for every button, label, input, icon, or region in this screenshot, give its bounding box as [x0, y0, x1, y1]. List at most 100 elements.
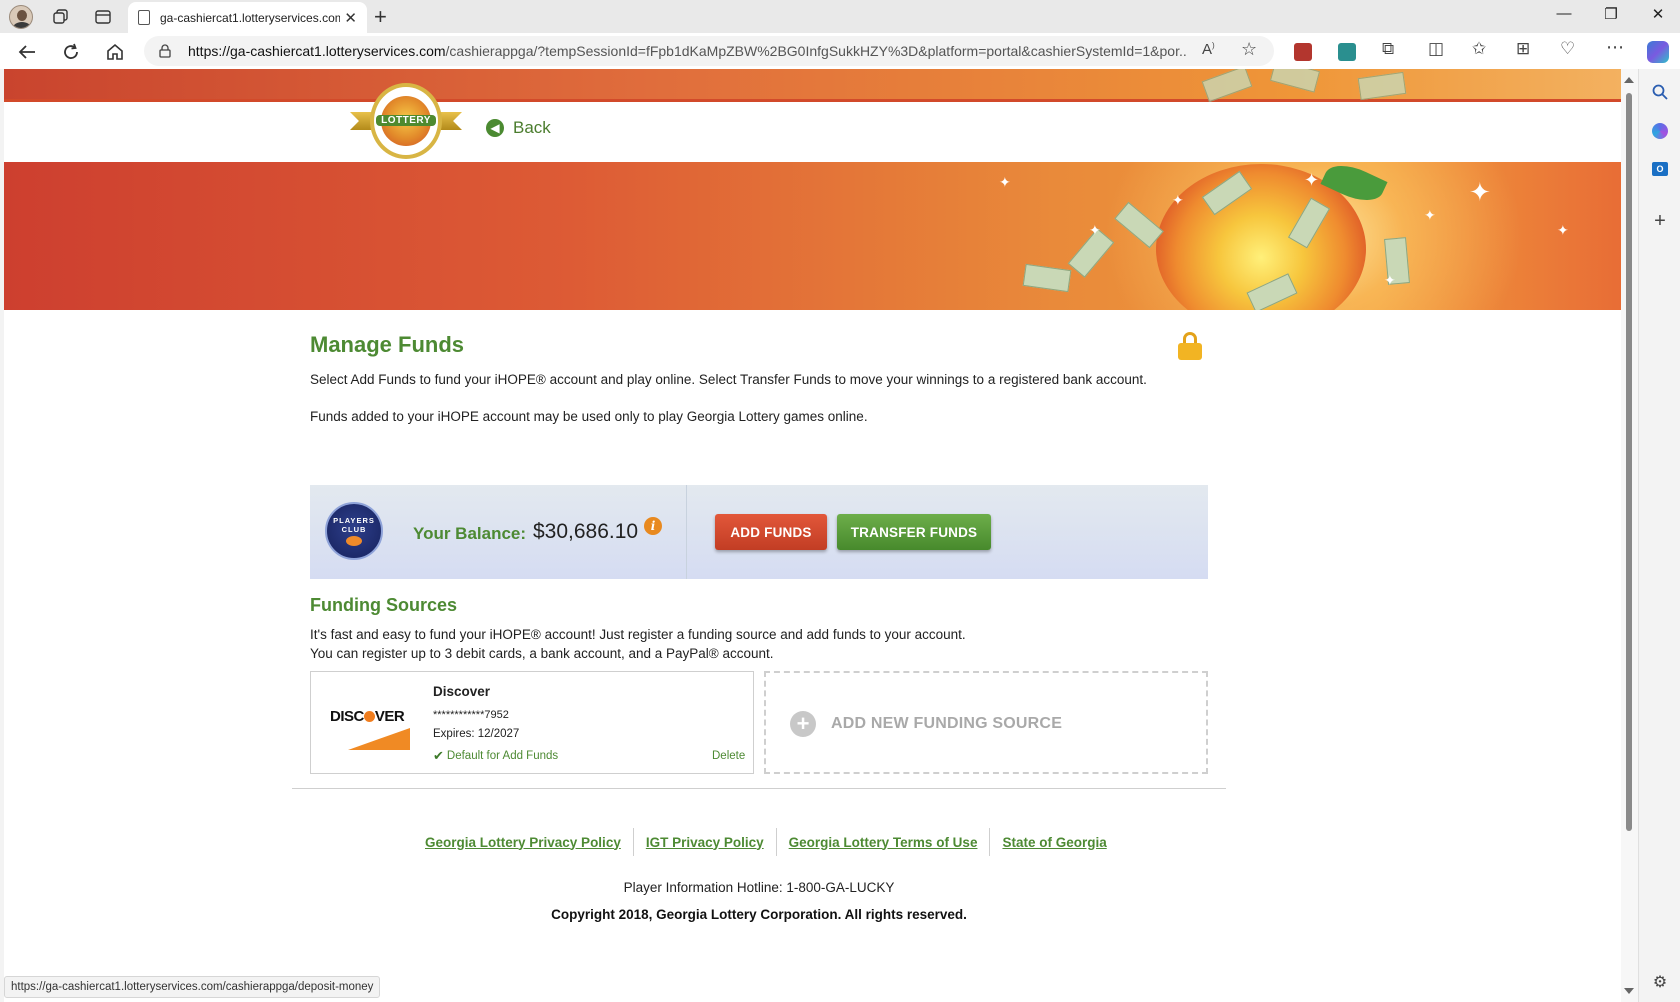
sidebar-settings-icon[interactable]: ⚙	[1650, 972, 1670, 992]
funding-desc-1: It's fast and easy to fund your iHOPE® a…	[310, 627, 966, 642]
logo-wordmark: LOTTERY	[376, 115, 436, 126]
close-tab-icon[interactable]: ✕	[344, 9, 357, 27]
add-funding-source-label: ADD NEW FUNDING SOURCE	[831, 715, 1063, 732]
workspaces-icon[interactable]	[50, 6, 72, 28]
back-label: Back	[513, 118, 551, 137]
intro-text-2: Funds added to your iHOPE account may be…	[310, 409, 868, 424]
profile-avatar[interactable]	[9, 5, 33, 29]
balance-value: $30,686.10	[533, 520, 639, 543]
sparkle-decoration: ✦	[1384, 272, 1396, 288]
players-club-badge: PLAYERS CLUB	[325, 502, 383, 560]
checkmark-icon: ✔	[433, 748, 444, 763]
footer-link-state[interactable]: State of Georgia	[990, 828, 1118, 856]
money-bill-decoration	[1022, 263, 1072, 293]
players-club-line1: PLAYERS	[333, 516, 375, 525]
address-bar[interactable]: https://ga-cashiercat1.lotteryservices.c…	[144, 36, 1274, 66]
url-path: /cashierappga/?tempSessionId=fFpb1dKaMpZ…	[445, 43, 1188, 59]
transfer-funds-button[interactable]: TRANSFER FUNDS	[837, 514, 991, 550]
vertical-tabs-icon[interactable]	[92, 6, 114, 28]
card-expiration: Expires: 12/2027	[433, 728, 520, 740]
add-funds-button[interactable]: ADD FUNDS	[715, 514, 827, 550]
split-screen-icon[interactable]: ◫	[1428, 39, 1444, 59]
delete-card-link[interactable]: Delete	[712, 750, 745, 762]
scroll-thumb[interactable]	[1626, 93, 1632, 831]
footer-link-ga-privacy[interactable]: Georgia Lottery Privacy Policy	[413, 828, 634, 856]
back-arrow-circle-icon: ◀	[486, 119, 504, 137]
header-top-strip	[4, 69, 1621, 103]
sparkle-decoration: ✦	[1469, 177, 1491, 207]
home-icon[interactable]	[102, 39, 128, 65]
funding-source-card[interactable]: DISC VER Discover ************7952 Expire…	[310, 671, 754, 774]
edge-sidebar: O + ⚙	[1638, 69, 1680, 1002]
scroll-down-arrow-icon[interactable]	[1624, 988, 1634, 994]
money-bill-decoration	[1201, 69, 1253, 103]
lock-icon[interactable]	[158, 44, 172, 58]
hero-banner: ✦ ✦ ✦ ✦ ✦ ✦ ✦ ✦	[4, 162, 1621, 310]
link-status-bar: https://ga-cashiercat1.lotteryservices.c…	[4, 976, 381, 998]
site-header	[4, 102, 1621, 162]
performance-heart-icon[interactable]: ♡	[1560, 39, 1575, 59]
refresh-icon[interactable]	[58, 39, 84, 65]
sparkle-decoration: ✦	[1172, 192, 1184, 208]
collections-icon[interactable]: ⊞	[1516, 39, 1530, 59]
money-bill-decoration	[1357, 71, 1407, 101]
sparkle-decoration: ✦	[1557, 222, 1569, 238]
browser-tab-bar: ga-cashiercat1.lotteryservices.com ✕ + —…	[0, 0, 1680, 33]
funding-desc-2: You can register up to 3 debit cards, a …	[310, 646, 774, 661]
footer-link-igt-privacy[interactable]: IGT Privacy Policy	[634, 828, 777, 856]
back-arrow-icon[interactable]	[14, 39, 40, 65]
secure-lock-icon	[1178, 332, 1202, 360]
active-tab[interactable]: ga-cashiercat1.lotteryservices.com ✕	[128, 2, 367, 33]
tab-title: ga-cashiercat1.lotteryservices.com	[160, 10, 340, 25]
copyright: Copyright 2018, Georgia Lottery Corporat…	[551, 907, 967, 922]
copilot-icon[interactable]	[1647, 41, 1669, 63]
extensions-puzzle-icon[interactable]: ⧉	[1382, 39, 1394, 59]
back-link[interactable]: ◀ Back	[486, 118, 551, 138]
outlook-icon[interactable]: O	[1650, 159, 1670, 179]
extension-teal-icon[interactable]	[1338, 43, 1356, 61]
search-icon[interactable]	[1650, 82, 1670, 102]
close-window-icon[interactable]: ✕	[1643, 5, 1673, 23]
money-bill-decoration	[1269, 69, 1321, 93]
funding-sources-title: Funding Sources	[310, 595, 458, 615]
info-icon[interactable]: i	[644, 517, 662, 535]
intro-text-1: Select Add Funds to fund your iHOPE® acc…	[310, 372, 1147, 387]
card-masked-number: ************7952	[433, 709, 509, 721]
page-viewport: ✦ ✦ ✦ ✦ ✦ ✦ ✦ ✦ LOTTERY ◀ Back Manage Fu…	[4, 69, 1621, 1002]
url-text[interactable]: https://ga-cashiercat1.lotteryservices.c…	[188, 43, 1188, 59]
plus-circle-icon: +	[790, 711, 816, 737]
copilot-sidebar-icon[interactable]	[1650, 121, 1670, 141]
discover-logo: DISC VER	[330, 708, 412, 753]
add-funding-source-button[interactable]: + ADD NEW FUNDING SOURCE	[764, 671, 1208, 774]
favorites-icon[interactable]: ✩	[1472, 39, 1486, 59]
restore-icon[interactable]: ❐	[1596, 5, 1626, 23]
sparkle-decoration: ✦	[999, 174, 1011, 190]
panel-divider	[686, 485, 687, 579]
balance-label: Your Balance:	[413, 524, 527, 543]
add-sidebar-app-icon[interactable]: +	[1650, 210, 1670, 232]
card-default-label: Default for Add Funds	[446, 750, 559, 762]
scroll-up-arrow-icon[interactable]	[1624, 77, 1634, 83]
read-aloud-icon[interactable]: A)	[1202, 41, 1215, 58]
discover-logo-text: DISC	[330, 708, 364, 725]
url-host: https://ga-cashiercat1.lotteryservices.c…	[188, 43, 446, 59]
page-scrollbar[interactable]	[1621, 69, 1638, 1002]
page-title: Manage Funds	[310, 332, 465, 357]
footer-divider	[292, 788, 1226, 789]
new-tab-icon[interactable]: +	[374, 4, 387, 30]
browser-nav-bar: https://ga-cashiercat1.lotteryservices.c…	[0, 33, 1680, 69]
players-club-peach-icon	[346, 536, 362, 546]
card-name: Discover	[433, 684, 491, 699]
discover-logo-text-end: VER	[374, 708, 405, 725]
minimize-icon[interactable]: —	[1549, 5, 1579, 22]
georgia-lottery-logo[interactable]: LOTTERY	[350, 81, 462, 161]
discover-swoosh	[348, 728, 410, 750]
extension-red-icon[interactable]	[1294, 43, 1312, 61]
footer-links: Georgia Lottery Privacy Policy IGT Priva…	[413, 828, 1119, 856]
sparkle-decoration: ✦	[1089, 222, 1101, 238]
player-hotline: Player Information Hotline: 1-800-GA-LUC…	[623, 880, 895, 895]
favorite-star-icon[interactable]: ☆	[1241, 39, 1257, 60]
players-club-line2: CLUB	[341, 525, 367, 534]
footer-link-terms[interactable]: Georgia Lottery Terms of Use	[777, 828, 991, 856]
more-options-icon[interactable]: ⋯	[1606, 37, 1624, 58]
